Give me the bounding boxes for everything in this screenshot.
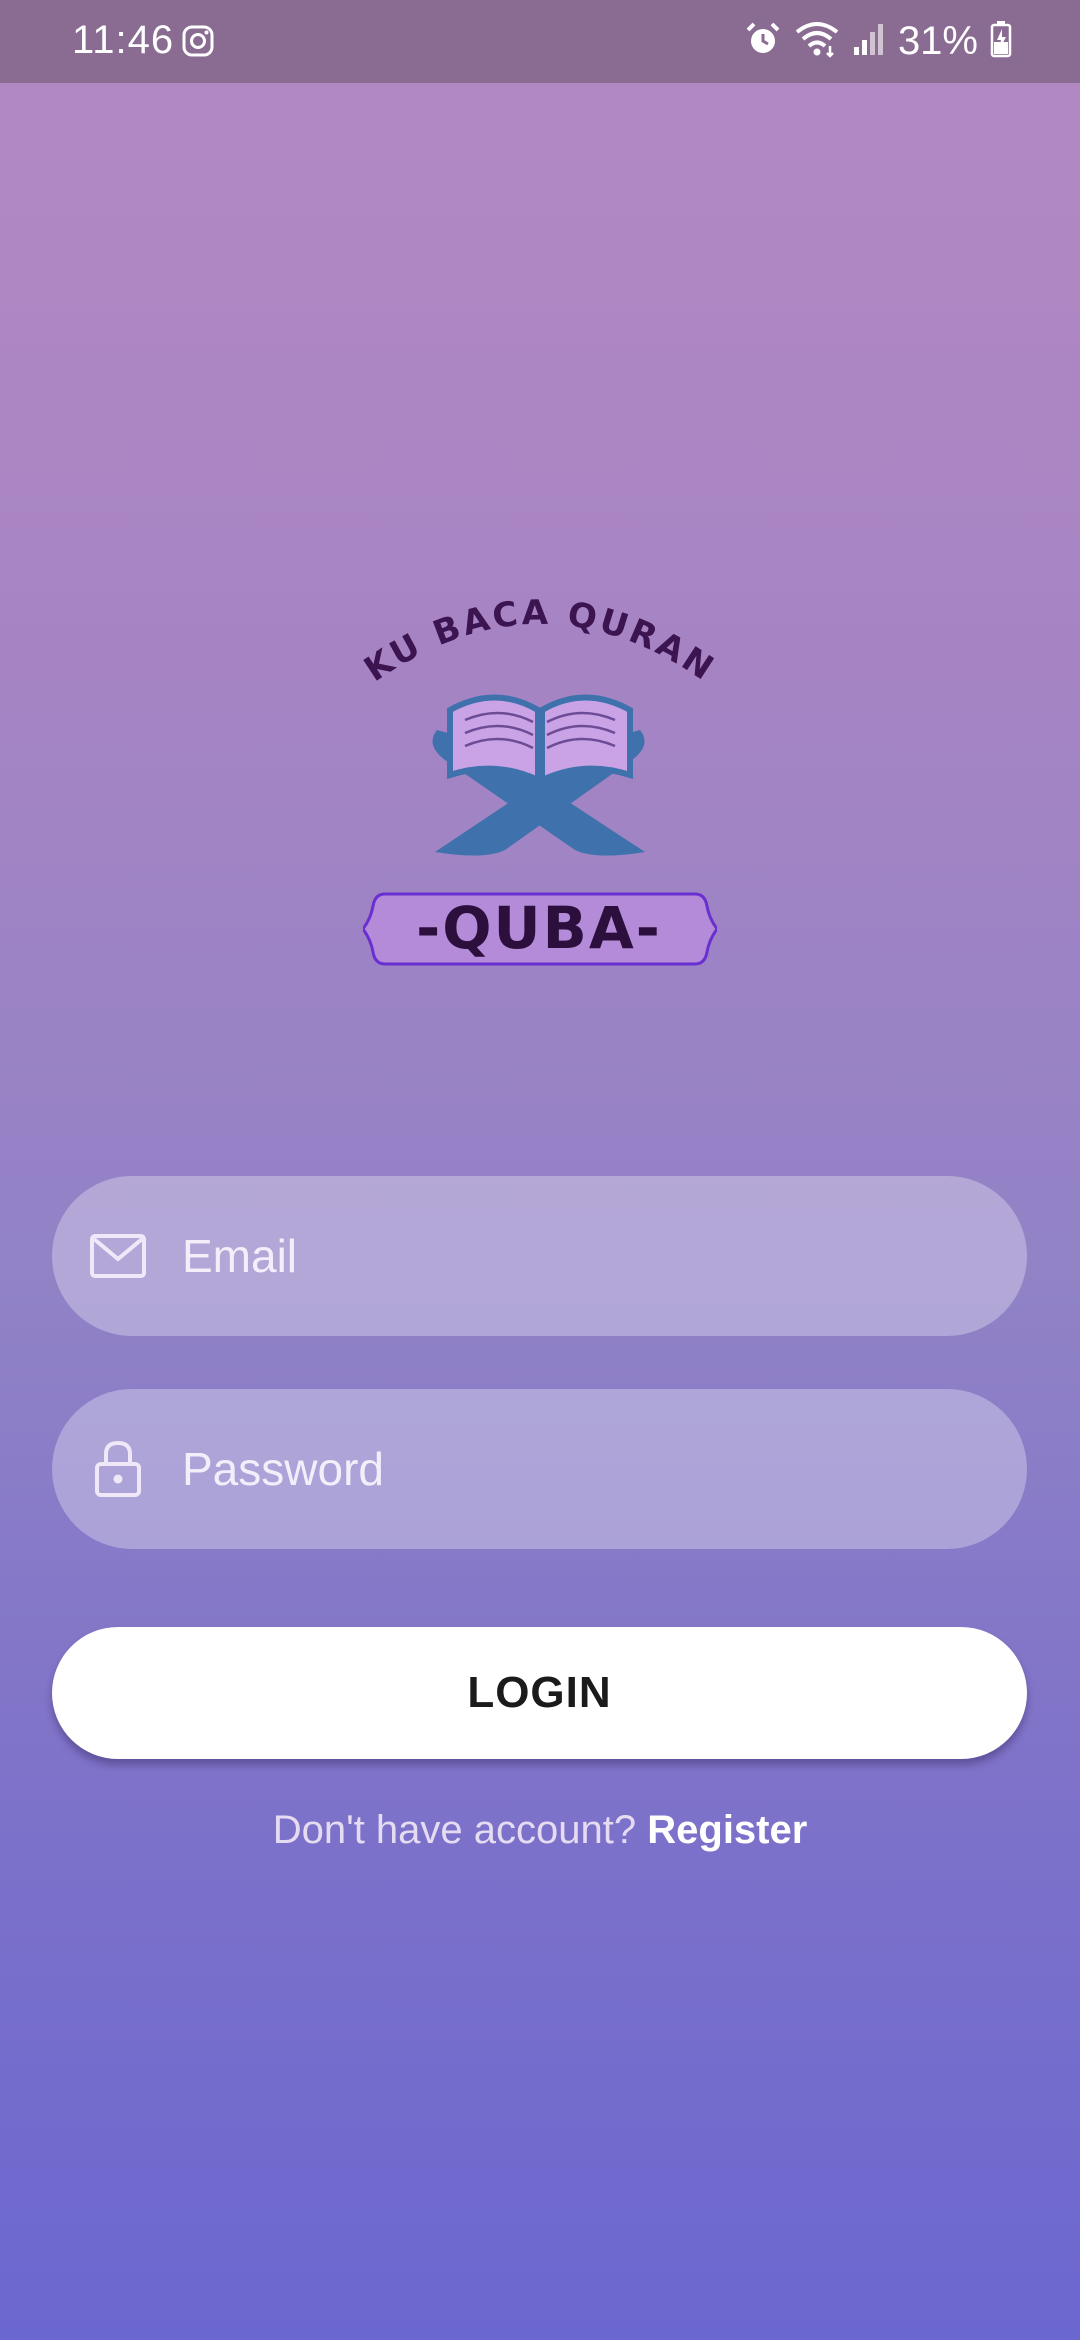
battery-percent: 31% xyxy=(897,18,978,63)
quba-logo: KU BACA QURAN -QUBA- xyxy=(355,570,725,980)
wifi-icon xyxy=(794,20,840,63)
password-input[interactable] xyxy=(180,1389,987,1549)
status-icons: 31% xyxy=(744,16,1012,66)
status-bar: 11:46 31% xyxy=(0,0,1080,83)
mail-icon xyxy=(88,1226,148,1286)
open-book-icon xyxy=(447,694,633,785)
password-field[interactable] xyxy=(52,1389,1027,1549)
alarm-icon xyxy=(744,20,782,63)
instagram-icon xyxy=(181,24,215,58)
signal-icon xyxy=(852,21,886,62)
logo-badge-text: -QUBA- xyxy=(416,894,662,962)
register-link[interactable]: Register xyxy=(647,1808,807,1852)
email-input[interactable] xyxy=(180,1176,987,1336)
logo-arc-text: KU BACA QURAN xyxy=(357,593,722,690)
register-prompt-text: Don't have account? xyxy=(272,1808,648,1852)
status-time: 11:46 xyxy=(72,18,175,62)
register-prompt: Don't have account? Register xyxy=(0,1808,1080,1853)
email-field[interactable] xyxy=(52,1176,1027,1336)
lock-icon xyxy=(88,1439,148,1499)
login-screen: 11:46 31% KU BACA QURAN -QUBA- Email LOG… xyxy=(0,0,1080,2340)
logo-graphic: KU BACA QURAN xyxy=(357,593,722,856)
login-button[interactable]: LOGIN xyxy=(52,1627,1027,1759)
battery-charging-icon xyxy=(990,20,1012,63)
